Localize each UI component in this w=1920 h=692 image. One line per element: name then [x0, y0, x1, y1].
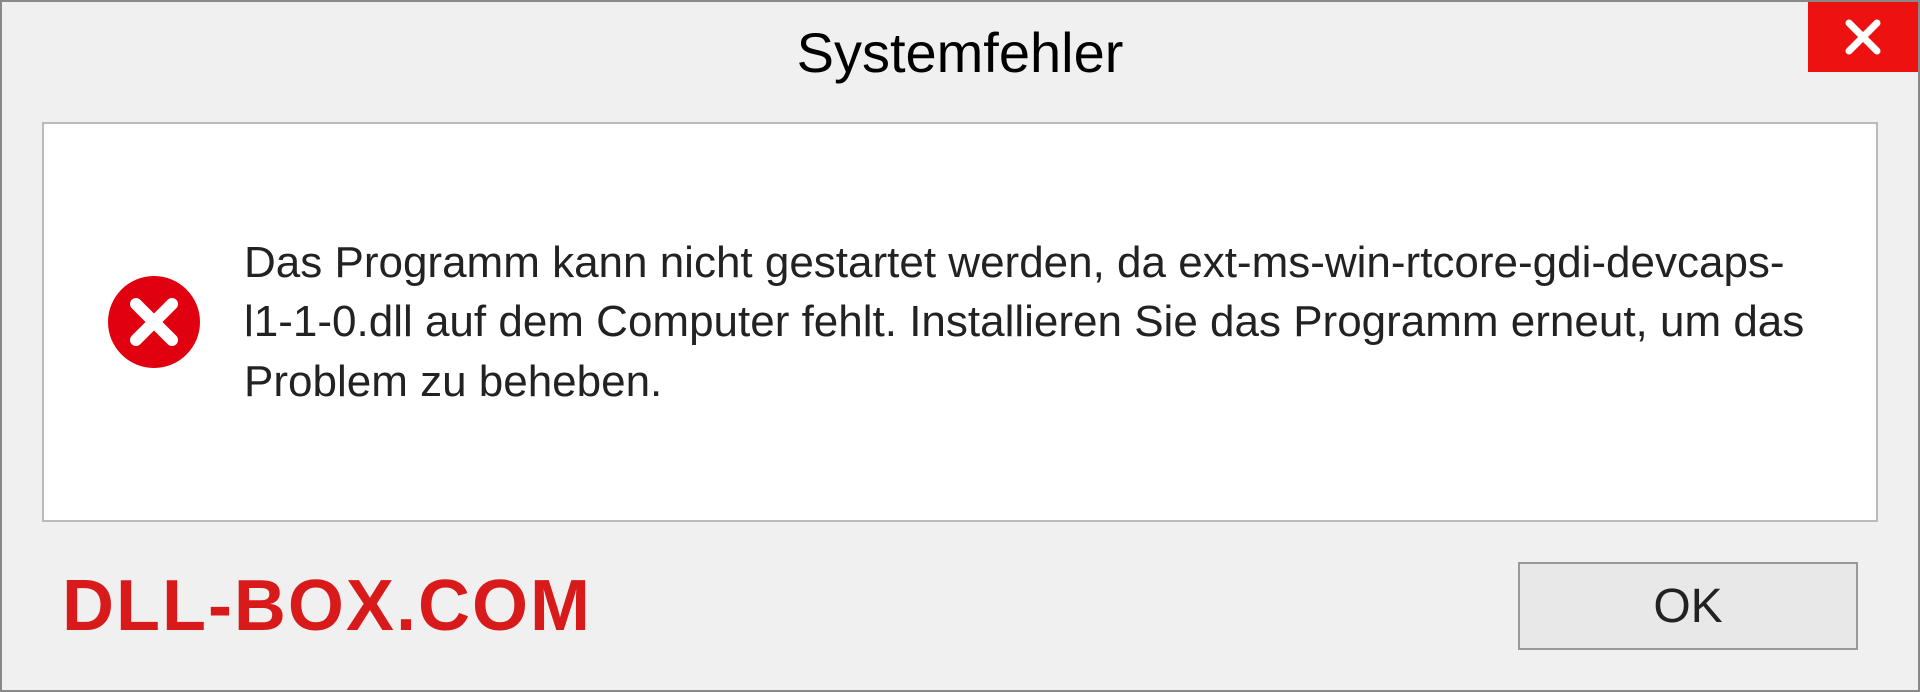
titlebar: Systemfehler: [2, 2, 1918, 102]
error-icon: [104, 272, 204, 372]
dialog-footer: DLL-BOX.COM OK: [2, 542, 1918, 690]
watermark-label: DLL-BOX.COM: [62, 565, 592, 647]
dialog-title: Systemfehler: [797, 20, 1124, 85]
ok-button[interactable]: OK: [1518, 562, 1858, 650]
close-icon: [1843, 17, 1883, 57]
error-message: Das Programm kann nicht gestartet werden…: [244, 233, 1816, 411]
close-button[interactable]: [1808, 2, 1918, 72]
content-area: Das Programm kann nicht gestartet werden…: [42, 122, 1878, 522]
error-dialog: Systemfehler Das Programm kann nicht ges…: [0, 0, 1920, 692]
